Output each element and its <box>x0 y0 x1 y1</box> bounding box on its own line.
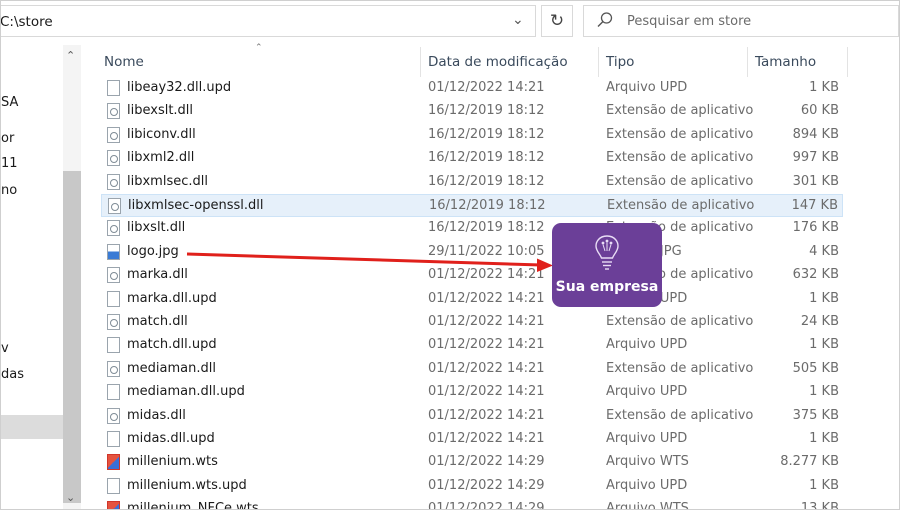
lightbulb-icon <box>595 235 619 270</box>
brand-logo-badge: Sua empresa <box>552 223 662 307</box>
arrow-line <box>186 252 542 267</box>
annotation-arrow <box>186 252 553 272</box>
arrow-head <box>537 258 553 272</box>
explorer-window: C:\store ⌄ ↻ Pesquisar em store SA or 11… <box>0 0 900 510</box>
brand-name: Sua empresa <box>555 279 659 295</box>
